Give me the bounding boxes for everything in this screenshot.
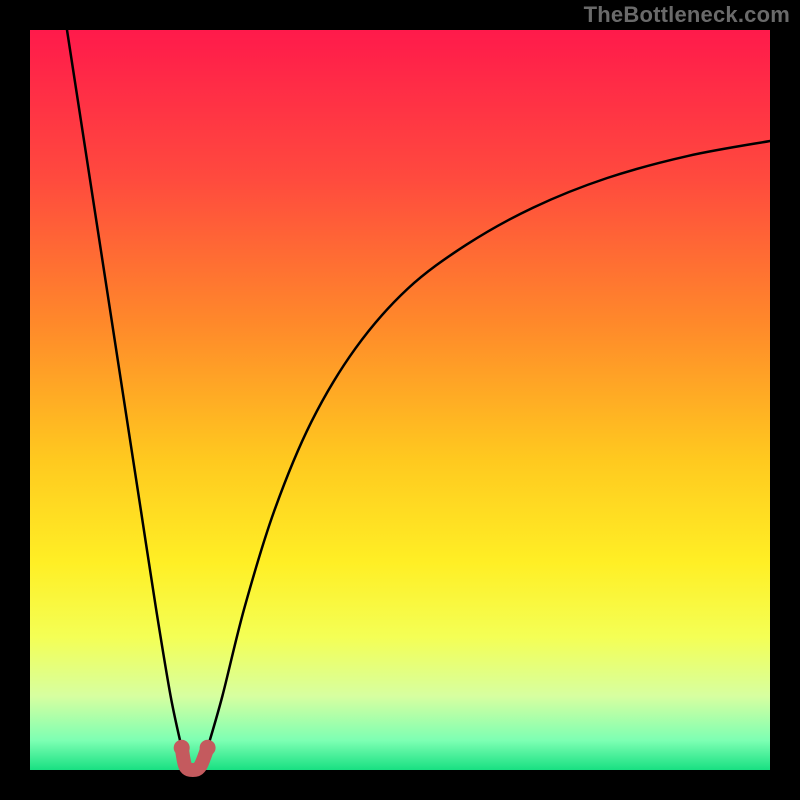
bottleneck-chart: [0, 0, 800, 800]
valley-marker-dot: [174, 740, 190, 756]
watermark-text: TheBottleneck.com: [584, 2, 790, 28]
plot-background: [30, 30, 770, 770]
valley-marker-dot: [200, 740, 216, 756]
chart-frame: TheBottleneck.com: [0, 0, 800, 800]
